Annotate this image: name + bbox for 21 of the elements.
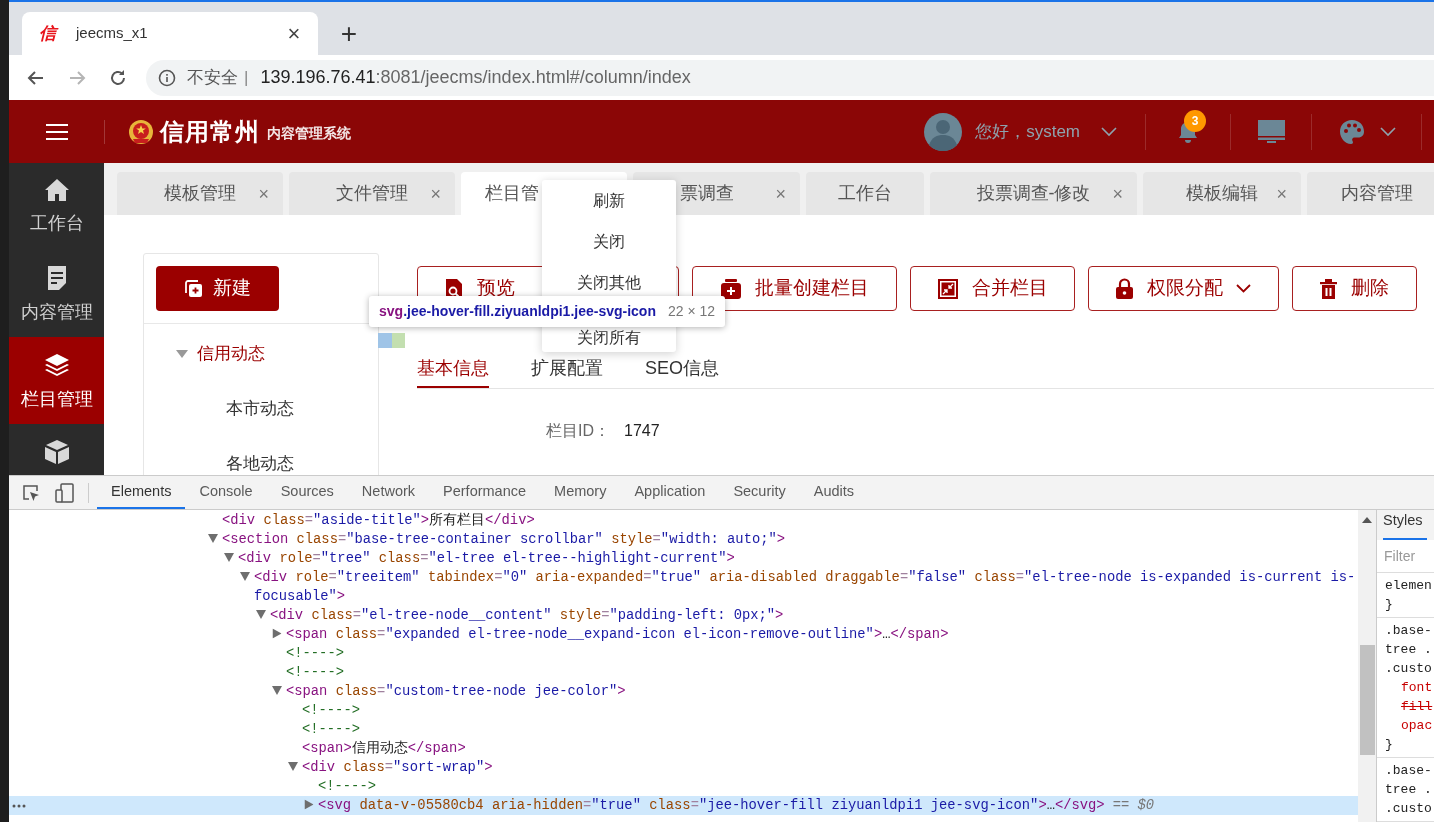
notification-badge: 3: [1184, 109, 1206, 132]
field-label: 栏目ID：: [546, 421, 610, 441]
field-value: 1747: [624, 421, 660, 441]
css-selector: .custo: [1385, 800, 1433, 818]
css-brace: }: [1385, 596, 1394, 614]
security-label: 不安全: [187, 66, 238, 89]
css-selector: tree .: [1385, 641, 1433, 659]
logo-title: 信用常州: [160, 116, 260, 147]
tab-title: jeecms_x1: [76, 23, 148, 44]
css-selector: tree .: [1385, 781, 1433, 799]
url-text: 139.196.76.41:8081/jeecms/index.html#/column/index: [260, 66, 691, 89]
console-reference: == $0: [1112, 797, 1155, 815]
separator: |: [244, 66, 249, 89]
favicon: 信: [36, 20, 58, 47]
css-selector: .base-: [1385, 622, 1433, 640]
css-selector: .base-: [1385, 762, 1433, 780]
css-brace: }: [1385, 736, 1394, 754]
css-selector: elemen: [1385, 577, 1433, 595]
css-selector: .custo: [1385, 660, 1433, 678]
logo-subtitle: 内容管理系统: [267, 123, 351, 143]
element-selector: svg.jee-hover-fill.ziyuanldpi1.jee-svg-icon: [379, 302, 656, 321]
